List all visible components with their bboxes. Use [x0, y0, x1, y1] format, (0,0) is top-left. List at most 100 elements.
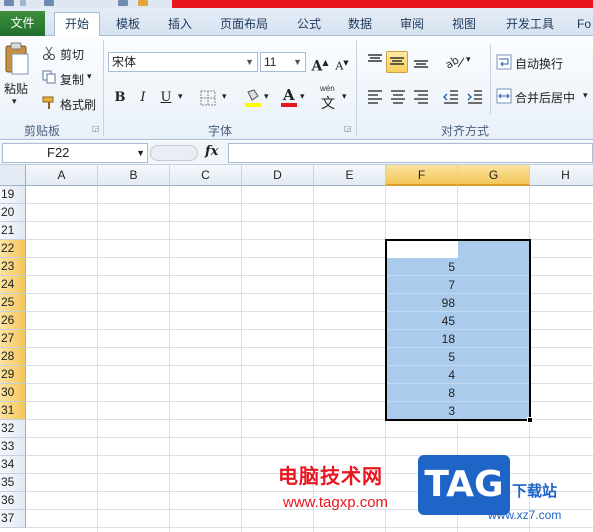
borders-icon[interactable]	[200, 90, 216, 106]
customize-icon[interactable]	[138, 0, 148, 6]
row-gridline	[26, 437, 593, 438]
column-header-b[interactable]: B	[98, 165, 170, 186]
row-header-33[interactable]: 33	[0, 438, 26, 456]
align-center-icon[interactable]	[389, 88, 407, 106]
fill-handle[interactable]	[527, 417, 533, 423]
row-header-20[interactable]: 20	[0, 204, 26, 222]
merge-center-dropdown-icon[interactable]: ▾	[583, 90, 588, 101]
column-header-g[interactable]: G	[458, 165, 530, 186]
column-header-e[interactable]: E	[314, 165, 386, 186]
formula-input[interactable]	[228, 143, 593, 163]
shrink-font-button[interactable]: A▼	[332, 53, 352, 73]
row-header-32[interactable]: 32	[0, 420, 26, 438]
watermark-url: www.tagxp.com	[283, 494, 389, 511]
copy-button[interactable]: 复制	[60, 71, 84, 88]
clipboard-launcher-icon[interactable]: ◲	[92, 124, 100, 133]
column-gridline	[241, 186, 242, 532]
phonetic-pinyin: wén	[320, 84, 335, 93]
tab-file[interactable]: 文件	[0, 11, 45, 36]
tab-page-layout[interactable]: 页面布局	[212, 13, 276, 35]
save-icon[interactable]	[4, 0, 14, 6]
quick-access-icon[interactable]	[118, 0, 128, 6]
copy-icon[interactable]	[42, 70, 56, 84]
italic-button[interactable]: I	[133, 88, 153, 108]
name-box[interactable]: F22 ▼	[2, 143, 148, 163]
grow-font-button[interactable]: A▲	[310, 52, 330, 75]
scissors-icon[interactable]	[42, 46, 56, 60]
insert-function-button[interactable]: fx	[205, 144, 218, 159]
row-header-37[interactable]: 37	[0, 510, 26, 528]
wrap-text-icon[interactable]	[496, 54, 512, 70]
separator	[20, 0, 26, 6]
orientation-icon[interactable]: ab	[443, 52, 466, 72]
row-header-26[interactable]: 26	[0, 312, 26, 330]
row-header-21[interactable]: 21	[0, 222, 26, 240]
tab-developer[interactable]: 开发工具	[498, 13, 562, 35]
bold-button[interactable]: B	[110, 88, 130, 108]
format-painter-icon[interactable]	[42, 96, 56, 110]
align-bottom-icon[interactable]	[412, 52, 430, 70]
decrease-indent-icon[interactable]	[442, 88, 460, 106]
orientation-dropdown-icon[interactable]: ▾	[466, 54, 471, 65]
tab-formula[interactable]: 公式	[286, 13, 332, 35]
row-header-28[interactable]: 28	[0, 348, 26, 366]
row-header-25[interactable]: 25	[0, 294, 26, 312]
align-left-icon[interactable]	[366, 88, 384, 106]
tab-view[interactable]: 视图	[444, 13, 484, 35]
paste-dropdown-icon[interactable]: ▾	[12, 96, 17, 107]
undo-icon[interactable]	[44, 0, 54, 6]
format-painter-button[interactable]: 格式刷	[60, 96, 96, 113]
font-size-select[interactable]: 11 ▼	[260, 52, 306, 72]
fill-color-dropdown-icon[interactable]: ▾	[264, 91, 269, 102]
underline-button[interactable]: U	[156, 88, 176, 108]
column-header-c[interactable]: C	[170, 165, 242, 186]
paste-label[interactable]: 粘贴	[4, 80, 28, 97]
align-middle-icon[interactable]	[386, 51, 408, 73]
cut-button[interactable]: 剪切	[60, 46, 84, 63]
column-header-d[interactable]: D	[242, 165, 314, 186]
row-header-22[interactable]: 22	[0, 240, 26, 258]
paste-icon[interactable]	[4, 42, 30, 76]
tab-data[interactable]: 数据	[340, 13, 380, 35]
row-header-19[interactable]: 19	[0, 186, 26, 204]
align-right-icon[interactable]	[412, 88, 430, 106]
column-header-a[interactable]: A	[26, 165, 98, 186]
merge-center-icon[interactable]	[496, 88, 512, 104]
font-color-icon[interactable]: A	[280, 86, 298, 108]
font-name-select[interactable]: 宋体 ▼	[108, 52, 258, 72]
wrap-text-button[interactable]: 自动换行	[515, 55, 563, 72]
selection-border	[385, 239, 531, 421]
tab-insert[interactable]: 插入	[160, 13, 200, 35]
row-header-35[interactable]: 35	[0, 474, 26, 492]
tab-more[interactable]: Fo	[574, 13, 593, 35]
grow-font-glyph: A	[311, 58, 323, 75]
row-header-34[interactable]: 34	[0, 456, 26, 474]
font-color-dropdown-icon[interactable]: ▾	[300, 91, 305, 102]
row-header-24[interactable]: 24	[0, 276, 26, 294]
row-header-31[interactable]: 31	[0, 402, 26, 420]
tab-review[interactable]: 审阅	[392, 13, 432, 35]
row-header-36[interactable]: 36	[0, 492, 26, 510]
align-top-icon[interactable]	[366, 52, 384, 70]
increase-indent-icon[interactable]	[466, 88, 484, 106]
underline-dropdown-icon[interactable]: ▾	[178, 91, 183, 102]
row-header-27[interactable]: 27	[0, 330, 26, 348]
formula-bar-resize-handle[interactable]	[150, 145, 198, 161]
borders-dropdown-icon[interactable]: ▾	[222, 91, 227, 102]
row-header-29[interactable]: 29	[0, 366, 26, 384]
column-header-f[interactable]: F	[386, 165, 458, 186]
tab-template[interactable]: 模板	[108, 13, 148, 35]
tab-home[interactable]: 开始	[54, 12, 100, 37]
merge-center-button[interactable]: 合并后居中	[515, 89, 575, 106]
row-header-23[interactable]: 23	[0, 258, 26, 276]
phonetic-icon[interactable]: wén 文	[318, 84, 340, 111]
row-header-30[interactable]: 30	[0, 384, 26, 402]
select-all-corner[interactable]	[0, 165, 26, 186]
phonetic-dropdown-icon[interactable]: ▾	[342, 91, 347, 102]
ribbon-tabs: 文件 开始 模板 插入 页面布局 公式 数据 审阅 视图 开发工具 Fo	[0, 8, 593, 37]
font-launcher-icon[interactable]: ◲	[344, 124, 352, 133]
column-header-h[interactable]: H	[530, 165, 593, 186]
fill-color-icon[interactable]	[244, 88, 262, 108]
copy-dropdown-icon[interactable]: ▾	[87, 71, 92, 82]
column-gridline	[97, 186, 98, 532]
